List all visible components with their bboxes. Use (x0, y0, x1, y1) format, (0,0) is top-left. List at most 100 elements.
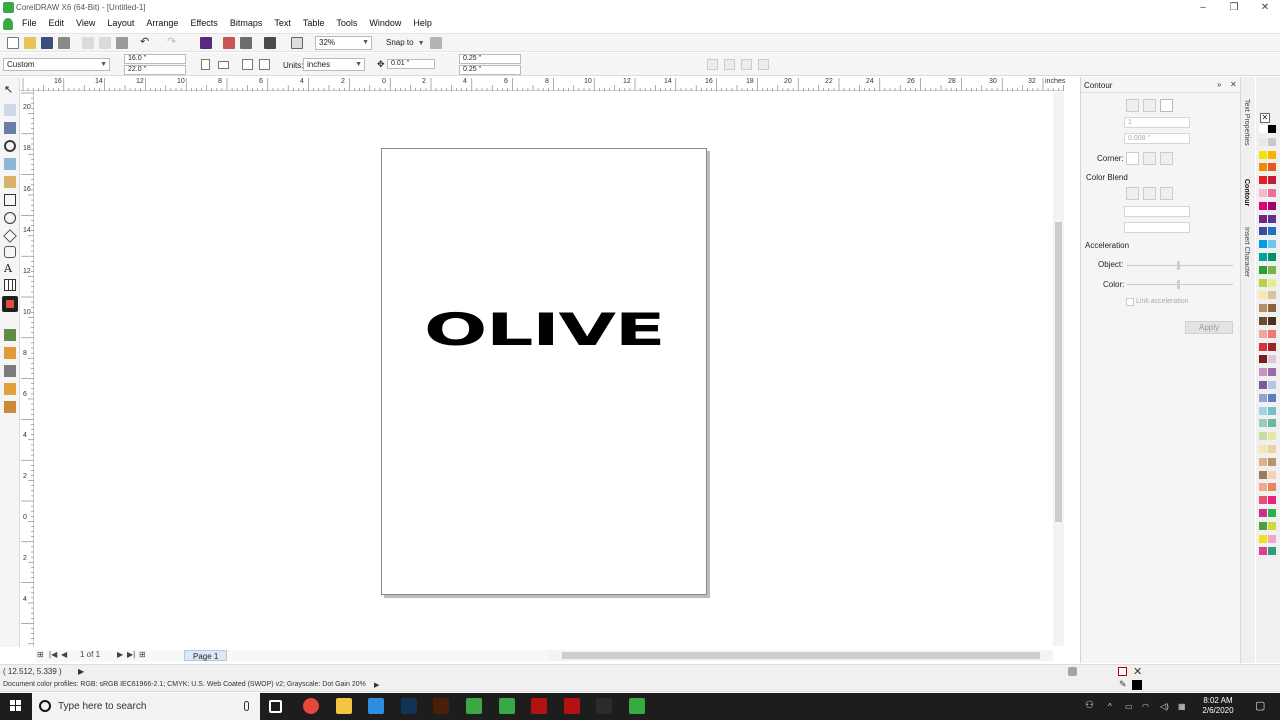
palette-swatch[interactable] (1259, 317, 1267, 325)
palette-swatch[interactable] (1268, 291, 1276, 300)
palette-swatch[interactable] (1259, 419, 1267, 428)
distribute-icon[interactable] (724, 59, 735, 70)
palette-swatch[interactable] (1268, 189, 1276, 197)
palette-swatch[interactable] (1268, 201, 1276, 210)
ellipse-tool-icon[interactable] (4, 212, 16, 224)
smart-fill-tool-icon[interactable] (4, 176, 16, 188)
keyboard-icon[interactable]: ▦ (1178, 702, 1186, 711)
menu-window[interactable]: Window (369, 18, 401, 28)
contour-tool-icon[interactable] (2, 296, 18, 312)
palette-swatch[interactable] (1259, 509, 1267, 517)
current-page-icon[interactable] (259, 59, 270, 70)
palette-swatch[interactable] (1259, 150, 1267, 159)
palette-swatch[interactable] (1268, 381, 1276, 389)
units-select[interactable]: inches ▼ (303, 58, 365, 71)
menu-file[interactable]: File (22, 18, 37, 28)
palette-swatch[interactable] (1259, 201, 1267, 210)
palette-swatch[interactable] (1259, 137, 1267, 146)
palette-swatch[interactable] (1259, 265, 1267, 274)
windows-start-icon[interactable] (10, 700, 22, 712)
palette-swatch[interactable] (1268, 470, 1276, 479)
palette-swatch[interactable] (1259, 496, 1267, 505)
document-page[interactable]: OLIVE (381, 148, 707, 595)
cut-icon[interactable] (82, 37, 94, 49)
order-icon[interactable] (741, 59, 752, 70)
application-launcher-icon[interactable] (264, 37, 276, 49)
link-acceleration-checkbox[interactable] (1126, 298, 1134, 306)
shape-tool-icon[interactable] (4, 104, 16, 116)
text-tool-icon[interactable]: A (4, 263, 16, 275)
palette-swatch[interactable] (1268, 509, 1276, 517)
minimize-button[interactable]: – (1187, 0, 1219, 16)
palette-swatch[interactable] (1259, 445, 1267, 453)
redo-icon[interactable]: ↷ (167, 37, 179, 49)
undo-icon[interactable]: ↶ (140, 37, 152, 49)
offset-field[interactable]: 0.008 " (1124, 133, 1190, 144)
horizontal-scrollbar[interactable] (548, 650, 1053, 661)
round-corner-icon[interactable] (1143, 152, 1156, 165)
duplicate-y-field[interactable]: 0.25 " (459, 65, 521, 75)
palette-swatch[interactable] (1268, 534, 1276, 543)
palette-swatch[interactable] (1268, 317, 1276, 325)
fill-color-select[interactable] (1124, 222, 1190, 233)
options-icon[interactable] (430, 37, 442, 49)
search-content-icon[interactable] (200, 37, 212, 49)
page-tab-1[interactable]: Page 1 (184, 650, 228, 661)
horizontal-ruler[interactable]: 16 14 12 10 8 6 4 2 0 2 4 6 8 10 12 14 1… (20, 77, 1065, 91)
palette-swatch[interactable] (1268, 521, 1276, 530)
freehand-tool-icon[interactable] (4, 158, 16, 170)
palette-swatch[interactable] (1268, 137, 1276, 146)
page-height-field[interactable]: 22.0 " (124, 65, 186, 75)
menu-table[interactable]: Table (303, 18, 325, 28)
taskbar-app-acrobat-icon[interactable] (531, 698, 547, 714)
nudge-distance-field[interactable]: 0.01 " (387, 59, 435, 69)
fill-tool-icon[interactable] (4, 383, 16, 395)
palette-swatch[interactable] (1259, 457, 1267, 466)
outside-icon[interactable] (1160, 99, 1173, 112)
eyedropper-tool-icon[interactable] (4, 347, 16, 359)
taskbar-app-illustrator-icon[interactable] (433, 698, 449, 714)
object-acceleration-slider[interactable] (1127, 265, 1233, 266)
network-icon[interactable]: ▭ (1125, 702, 1133, 711)
align-icon[interactable] (707, 59, 718, 70)
show-hidden-icons[interactable]: ^ (1108, 702, 1112, 711)
taskbar-app-photoshop-icon[interactable] (401, 698, 417, 714)
palette-swatch[interactable] (1259, 278, 1267, 287)
taskbar-clock[interactable]: 8:02 AM 2/6/2020 (1194, 696, 1242, 716)
menu-bitmaps[interactable]: Bitmaps (230, 18, 263, 28)
palette-swatch[interactable] (1259, 342, 1267, 351)
linear-blend-icon[interactable] (1126, 187, 1139, 200)
palette-swatch[interactable] (1259, 163, 1267, 172)
print-icon[interactable] (58, 37, 70, 49)
wifi-icon[interactable]: ◠ (1142, 702, 1149, 711)
zoom-level-select[interactable]: 32% ▼ (315, 36, 372, 50)
palette-swatch[interactable] (1268, 368, 1276, 377)
palette-swatch[interactable] (1268, 253, 1276, 261)
duplicate-x-field[interactable]: 0.25 " (459, 54, 521, 64)
palette-swatch[interactable] (1268, 355, 1276, 364)
welcome-screen-icon[interactable] (291, 37, 303, 49)
palette-swatch[interactable] (1268, 125, 1276, 133)
close-button[interactable]: ✕ (1249, 0, 1280, 16)
palette-swatch[interactable] (1268, 432, 1276, 441)
no-color-swatch[interactable]: ✕ (1260, 113, 1270, 123)
palette-swatch[interactable] (1268, 214, 1276, 223)
to-center-icon[interactable] (1126, 99, 1139, 112)
palette-swatch[interactable] (1259, 432, 1267, 441)
apply-button[interactable]: Apply (1185, 321, 1233, 334)
copy-icon[interactable] (99, 37, 111, 49)
taskbar-app-acrobat-2-icon[interactable] (564, 698, 580, 714)
palette-swatch[interactable] (1259, 304, 1267, 313)
crop-tool-icon[interactable] (4, 122, 16, 134)
counterclockwise-blend-icon[interactable] (1160, 187, 1173, 200)
document-icon[interactable] (3, 18, 13, 30)
outline-color-select[interactable] (1124, 206, 1190, 217)
palette-swatch[interactable] (1259, 355, 1267, 364)
table-tool-icon[interactable] (4, 279, 16, 291)
taskbar-search-box[interactable]: Type here to search (32, 693, 260, 720)
pick-tool-icon[interactable]: ↖ (4, 85, 16, 97)
palette-swatch[interactable] (1268, 163, 1276, 172)
page-size-select[interactable]: Custom ▼ (3, 58, 110, 71)
basic-shapes-tool-icon[interactable] (4, 246, 16, 258)
steps-field[interactable]: 1 (1124, 117, 1190, 128)
